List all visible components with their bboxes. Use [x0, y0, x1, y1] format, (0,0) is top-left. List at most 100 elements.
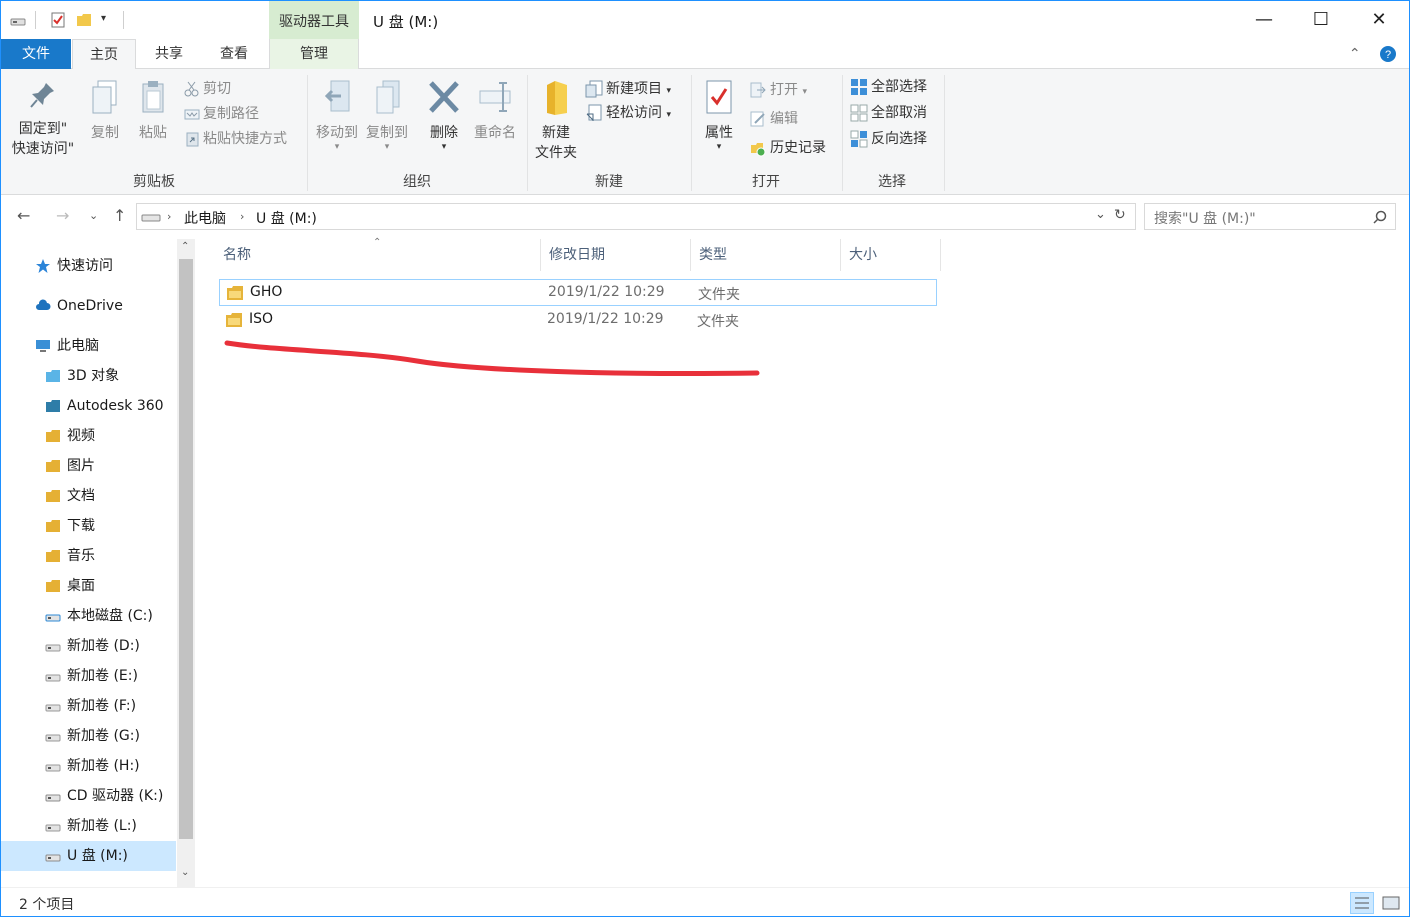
- properties-icon[interactable]: [49, 11, 67, 29]
- window-title: U 盘 (M:): [373, 13, 439, 31]
- easy-access-icon: [586, 104, 602, 121]
- forward-arrow-icon[interactable]: →: [56, 206, 69, 225]
- nav-item[interactable]: 视频: [1, 421, 176, 451]
- group-label-new: 新建: [595, 174, 623, 190]
- nav-item[interactable]: 下载: [1, 511, 176, 541]
- nav-item-label: 图片: [67, 458, 95, 474]
- easy-access-button[interactable]: 轻松访问 ▾: [585, 101, 671, 125]
- pin-quick-access-button[interactable]: 固定到" 快速访问": [7, 79, 79, 159]
- nav-item[interactable]: 快速访问: [1, 251, 176, 281]
- up-arrow-icon[interactable]: ↑: [113, 206, 126, 225]
- nav-item[interactable]: 音乐: [1, 541, 176, 571]
- pin-icon: [30, 83, 54, 108]
- copy-to-button[interactable]: 复制到 ▾: [362, 79, 412, 152]
- nav-item[interactable]: 新加卷 (F:): [1, 691, 176, 721]
- column-header-size[interactable]: 大小: [841, 239, 941, 271]
- nav-item-label: 快速访问: [57, 258, 113, 274]
- scrollbar-thumb[interactable]: [179, 259, 193, 839]
- rename-button[interactable]: 重命名: [470, 79, 520, 143]
- new-item-button[interactable]: 新建项目 ▾: [585, 77, 671, 101]
- address-bar[interactable]: › 此电脑 › U 盘 (M:) ⌄ ↻: [136, 203, 1136, 230]
- scroll-down-icon[interactable]: ⌄: [181, 867, 189, 878]
- nav-pane-scrollbar[interactable]: ⌃ ⌄: [177, 239, 195, 887]
- nav-item-label: 下载: [67, 518, 95, 534]
- properties-button[interactable]: 属性 ▾: [695, 79, 743, 152]
- nav-item[interactable]: Autodesk 360: [1, 391, 176, 421]
- back-arrow-icon[interactable]: ←: [17, 206, 30, 225]
- search-box[interactable]: 搜索"U 盘 (M:)": [1144, 203, 1396, 230]
- ribbon-tabs: 文件 主页 共享 查看 管理 ⌃ ?: [1, 39, 1409, 70]
- address-dropdown-chevron-icon[interactable]: ⌄: [1095, 207, 1106, 222]
- new-folder-icon[interactable]: [75, 11, 93, 29]
- nav-item[interactable]: U 盘 (M:): [1, 841, 176, 871]
- nav-item-label: 视频: [67, 428, 95, 444]
- help-icon[interactable]: ?: [1379, 45, 1397, 63]
- collapse-ribbon-icon[interactable]: ⌃: [1349, 46, 1361, 62]
- video-folder-icon: [46, 430, 60, 442]
- nav-item[interactable]: 文档: [1, 481, 176, 511]
- breadcrumb-separator-icon: ›: [240, 210, 245, 223]
- tab-view[interactable]: 查看: [202, 39, 266, 69]
- nav-item[interactable]: 3D 对象: [1, 361, 176, 391]
- drive-icon: [10, 18, 26, 26]
- breadcrumb-this-pc[interactable]: 此电脑: [184, 208, 226, 228]
- tab-manage[interactable]: 管理: [269, 39, 359, 69]
- refresh-icon[interactable]: ↻: [1114, 207, 1126, 223]
- large-icons-view-icon: [1382, 896, 1400, 910]
- delete-button[interactable]: 删除 ▾: [422, 79, 466, 152]
- minimize-button[interactable]: —: [1235, 1, 1293, 39]
- ribbon-help-area: ⌃ ?: [1349, 45, 1397, 63]
- drive-icon: [45, 764, 61, 772]
- move-to-button[interactable]: 移动到 ▾: [312, 79, 362, 152]
- nav-item[interactable]: 新加卷 (L:): [1, 811, 176, 841]
- nav-item[interactable]: 桌面: [1, 571, 176, 601]
- ribbon: 固定到" 快速访问" 复制 粘贴 剪切 复制路径 粘贴快捷方式 剪贴板 移动到 …: [1, 69, 1409, 195]
- tab-share[interactable]: 共享: [138, 39, 200, 69]
- nav-item[interactable]: OneDrive: [1, 291, 176, 321]
- nav-item-label: 文档: [67, 488, 95, 504]
- tab-file[interactable]: 文件: [1, 39, 71, 69]
- nav-item[interactable]: 新加卷 (D:): [1, 631, 176, 661]
- invert-selection-button[interactable]: 反向选择: [850, 127, 927, 151]
- nav-item[interactable]: 本地磁盘 (C:): [1, 601, 176, 631]
- paste-shortcut-button[interactable]: 粘贴快捷方式: [184, 127, 287, 151]
- nav-item-label: U 盘 (M:): [67, 848, 128, 864]
- paste-button[interactable]: 粘贴: [133, 79, 173, 143]
- usb-drive-icon: [141, 214, 161, 222]
- large-icons-view-button[interactable]: [1379, 892, 1403, 914]
- status-bar: 2 个项目: [1, 887, 1409, 916]
- nav-item[interactable]: 此电脑: [1, 331, 176, 361]
- nav-item-label: CD 驱动器 (K:): [67, 788, 164, 804]
- new-folder-button[interactable]: 新建 文件夹: [531, 79, 581, 163]
- copy-path-icon: [184, 109, 200, 120]
- nav-item[interactable]: CD 驱动器 (K:): [1, 781, 176, 811]
- copy-button[interactable]: 复制: [85, 79, 125, 143]
- drive-icon: [45, 734, 61, 742]
- select-all-button[interactable]: 全部选择: [850, 75, 927, 99]
- tab-home[interactable]: 主页: [72, 39, 136, 70]
- nav-item-label: 新加卷 (L:): [67, 818, 137, 834]
- maximize-button[interactable]: ☐: [1292, 1, 1350, 39]
- nav-item[interactable]: 图片: [1, 451, 176, 481]
- cut-button[interactable]: 剪切: [184, 77, 231, 101]
- select-all-icon: [851, 79, 867, 95]
- drive-icon: [45, 824, 61, 832]
- details-view-button[interactable]: [1350, 892, 1374, 914]
- file-list-pane: ⌃ 名称 修改日期 类型 大小 GHO 2019/1/22 10:29 文件夹 …: [197, 237, 1409, 887]
- scroll-up-icon[interactable]: ⌃: [181, 241, 189, 252]
- breadcrumb-usb-drive[interactable]: U 盘 (M:): [256, 208, 317, 228]
- select-none-button[interactable]: 全部取消: [850, 101, 927, 125]
- nav-item-label: Autodesk 360: [67, 398, 164, 414]
- copy-path-button[interactable]: 复制路径: [184, 102, 259, 126]
- close-button[interactable]: ✕: [1350, 1, 1408, 39]
- history-icon: [751, 143, 766, 157]
- nav-item[interactable]: 新加卷 (G:): [1, 721, 176, 751]
- select-none-icon: [850, 104, 868, 122]
- nav-item[interactable]: 新加卷 (H:): [1, 751, 176, 781]
- open-button[interactable]: 打开 ▾: [749, 78, 807, 102]
- edit-button[interactable]: 编辑: [749, 107, 798, 131]
- nav-item[interactable]: 新加卷 (E:): [1, 661, 176, 691]
- history-button[interactable]: 历史记录: [749, 136, 826, 160]
- qat-dropdown-icon[interactable]: ▾: [101, 13, 106, 24]
- recent-locations-chevron-icon[interactable]: ⌄: [89, 209, 98, 222]
